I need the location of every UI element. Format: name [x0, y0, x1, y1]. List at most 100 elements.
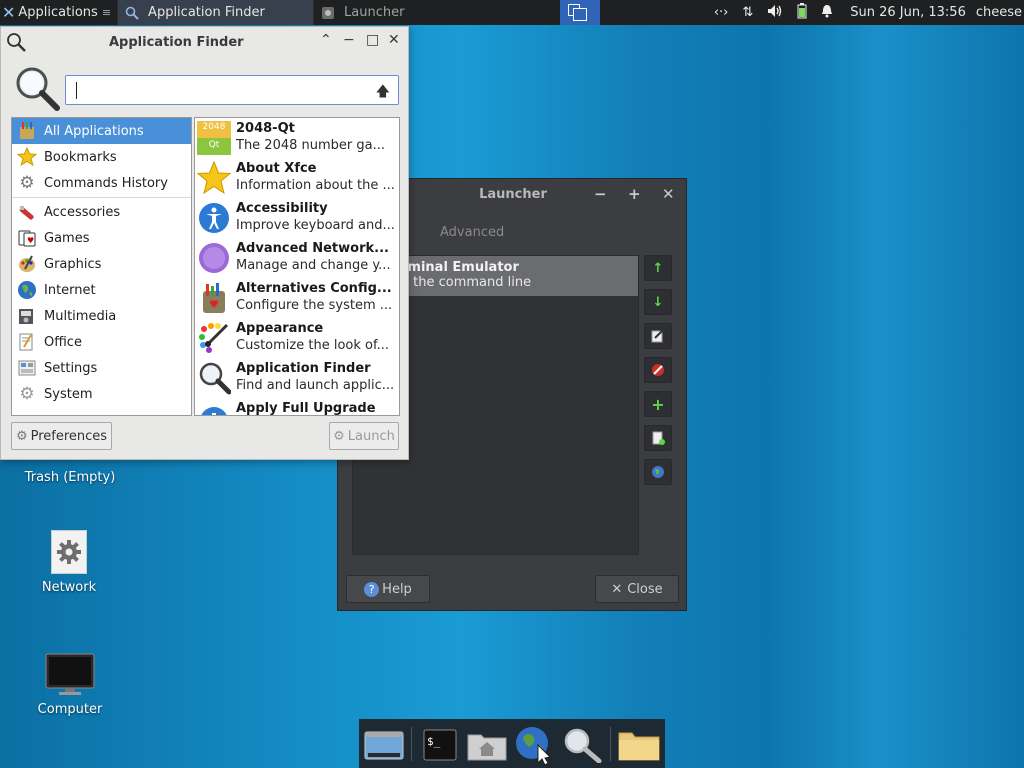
category-games[interactable]: ♥ Games — [12, 225, 191, 251]
files-launcher[interactable] — [618, 725, 660, 765]
icon-label-qt: Qt — [208, 140, 220, 150]
arrow-up-icon: ↑ — [652, 260, 664, 276]
no-entry-icon — [652, 364, 664, 376]
arrow-up-icon[interactable]: 🡅 — [376, 81, 390, 105]
all-apps-icon — [16, 120, 38, 142]
app-name: 2048-Qt — [236, 121, 295, 136]
tab-advanced[interactable]: Advanced — [440, 225, 504, 240]
list-item[interactable]: About Xfce Information about the ... — [195, 158, 399, 198]
terminal-launcher[interactable]: $_ — [419, 725, 461, 765]
show-desktop-button[interactable] — [363, 725, 405, 765]
category-system[interactable]: ⚙ System — [12, 381, 191, 407]
remove-item-button[interactable] — [644, 357, 672, 383]
list-item[interactable]: 2048 Qt 2048-Qt The 2048 number ga... — [195, 118, 399, 158]
search-icon — [124, 5, 140, 21]
app-description: Configure the system ... — [236, 298, 393, 313]
category-accessories[interactable]: Accessories — [12, 199, 191, 225]
new-item-button[interactable] — [644, 425, 672, 451]
folder-icon — [618, 732, 660, 761]
launcher-icon — [320, 5, 336, 21]
search-input[interactable]: 🡅 — [65, 75, 399, 105]
magnifier-large-icon — [13, 65, 61, 115]
web-item-button[interactable] — [644, 459, 672, 485]
applications-menu-button[interactable]: ✕ Applications ≡ — [0, 0, 115, 25]
help-button[interactable]: ? Help — [346, 575, 430, 603]
search-icon — [197, 361, 232, 395]
category-commands-history[interactable]: ⚙ Commands History — [12, 170, 191, 196]
network-gear-icon — [51, 530, 87, 574]
gears-icon: ⚙ — [19, 173, 35, 193]
desktop-icon-network[interactable]: Network — [14, 530, 124, 595]
category-label: Internet — [44, 282, 96, 298]
desktop-icon-label: Computer — [37, 702, 103, 717]
app-name: Apply Full Upgrade — [236, 401, 376, 416]
minimize-button[interactable]: − — [594, 185, 607, 203]
desktop-icon-label: Network — [41, 580, 97, 595]
user-name[interactable]: cheese — [976, 5, 1022, 20]
category-all-applications[interactable]: All Applications — [12, 118, 191, 144]
app-description: Improve keyboard and... — [236, 218, 395, 233]
network-icon — [197, 241, 231, 275]
close-window-button[interactable]: ✕ — [662, 185, 675, 203]
close-button[interactable]: ✕ Close — [595, 575, 679, 603]
add-item-button[interactable]: + — [644, 391, 672, 417]
show-desktop-icon — [364, 731, 404, 760]
category-label: All Applications — [44, 123, 144, 139]
category-list[interactable]: All Applications Bookmarks ⚙ Commands Hi… — [11, 117, 192, 416]
list-item[interactable]: Application Finder Find and launch appli… — [195, 358, 399, 398]
app-finder-title: Application Finder — [109, 35, 244, 50]
list-item[interactable]: Apply Full Upgrade — [195, 398, 399, 416]
category-graphics[interactable]: Graphics — [12, 251, 191, 277]
category-settings[interactable]: Settings — [12, 355, 191, 381]
maximize-button[interactable]: □ — [366, 32, 379, 48]
clock[interactable]: Sun 26 Jun, 13:56 — [850, 5, 966, 20]
category-bookmarks[interactable]: Bookmarks — [12, 144, 191, 170]
system-icon: ⚙ — [19, 384, 35, 404]
minimize-button[interactable]: − — [343, 32, 355, 48]
alternatives-icon — [197, 281, 231, 315]
list-item[interactable]: Appearance Customize the look of... — [195, 318, 399, 358]
move-down-button[interactable]: ↓ — [644, 289, 672, 315]
desktop-icon-computer[interactable]: Computer — [15, 652, 125, 717]
category-office[interactable]: Office — [12, 329, 191, 355]
network-status-icon[interactable]: ‹·› — [714, 5, 729, 20]
home-folder-launcher[interactable] — [466, 725, 508, 765]
star-icon — [16, 146, 38, 168]
arrow-down-icon: ↓ — [652, 294, 664, 310]
globe-icon — [516, 727, 552, 765]
category-internet[interactable]: Internet — [12, 277, 191, 303]
edit-icon — [651, 329, 664, 343]
app-finder-titlebar[interactable]: Application Finder ⌃ − □ ✕ — [1, 27, 408, 57]
notification-bell-icon[interactable] — [821, 4, 833, 22]
category-multimedia[interactable]: Multimedia — [12, 303, 191, 329]
close-label: Close — [627, 581, 663, 597]
category-label: Office — [44, 334, 82, 350]
volume-icon[interactable] — [767, 4, 783, 22]
app-finder-launcher[interactable] — [561, 725, 603, 765]
taskbar-item-label: Launcher — [344, 5, 405, 20]
list-item[interactable]: Advanced Network... Manage and change y.… — [195, 238, 399, 278]
category-label: Games — [44, 230, 90, 246]
category-label: System — [44, 386, 93, 402]
star-icon — [196, 160, 232, 195]
application-list[interactable]: 2048 Qt 2048-Qt The 2048 number ga... Ab… — [194, 117, 400, 416]
workspace-switcher[interactable] — [560, 0, 600, 25]
maximize-button[interactable]: + — [628, 185, 641, 203]
close-window-button[interactable]: ✕ — [388, 32, 400, 48]
web-browser-launcher[interactable] — [513, 725, 555, 765]
taskbar-item-label: Application Finder — [148, 5, 265, 20]
taskbar-item-launcher[interactable]: Launcher — [313, 0, 513, 25]
edit-item-button[interactable] — [644, 323, 672, 349]
launch-button[interactable]: ⚙ Launch — [329, 422, 399, 450]
list-item[interactable]: Alternatives Config... Configure the sys… — [195, 278, 399, 318]
desktop-icon-trash[interactable]: Trash (Empty) — [15, 464, 125, 485]
preferences-button[interactable]: ⚙ Preferences — [11, 422, 112, 450]
battery-icon[interactable] — [797, 2, 807, 23]
item-name: rminal Emulator — [401, 260, 519, 275]
transfer-arrows-icon[interactable]: ⇅ — [742, 5, 753, 20]
collapse-button[interactable]: ⌃ — [320, 32, 332, 48]
taskbar-item-application-finder[interactable]: Application Finder — [117, 0, 314, 25]
move-up-button[interactable]: ↑ — [644, 255, 672, 281]
list-item[interactable]: Accessibility Improve keyboard and... — [195, 198, 399, 238]
search-icon — [6, 32, 26, 56]
